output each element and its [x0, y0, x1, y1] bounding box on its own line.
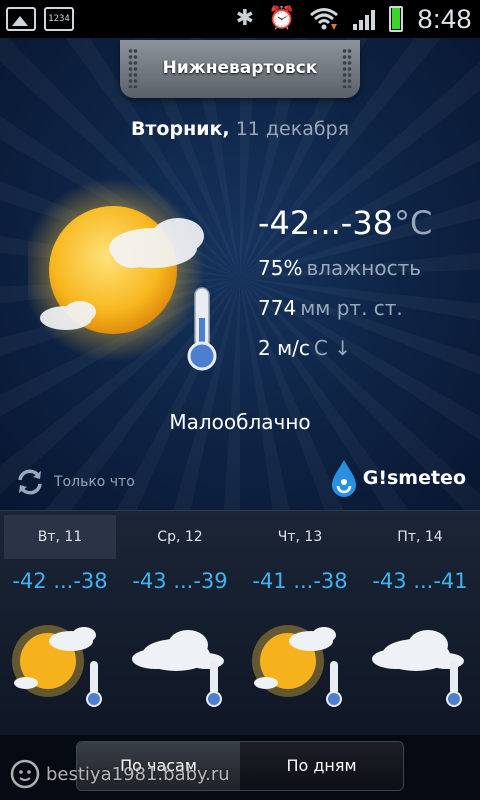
humidity-value: 75%: [258, 256, 303, 280]
bluetooth-icon: ✱: [235, 6, 255, 31]
wind-value: 2 м/с: [258, 336, 310, 360]
clock-widget-icon[interactable]: 1234: [44, 7, 74, 31]
condition-text: Малооблачно: [169, 410, 311, 434]
sun-cloud-icon: [12, 625, 102, 707]
sun-cloud-icon: [252, 625, 342, 707]
current-date: Вторник, 11 декабря: [0, 118, 480, 140]
forecast-day-temp: -43 ...-41: [372, 569, 468, 593]
forecast-day-label: Ср, 12: [157, 529, 203, 545]
gallery-icon[interactable]: [6, 7, 36, 31]
alarm-icon: ⏰: [268, 6, 296, 31]
sun-cloud-thermometer-icon: [28, 178, 217, 371]
forecast-day-label: Чт, 13: [277, 529, 323, 545]
signal-icon: [353, 8, 376, 30]
temp-unit: °C: [394, 204, 433, 242]
status-time: 8:48: [417, 3, 472, 34]
cloud-icon: [372, 630, 464, 707]
city-name: Нижневартовск: [162, 58, 318, 78]
gismeteo-logo[interactable]: G!smeteo: [329, 458, 466, 498]
watermark-text: bestiya1981.baby.ru: [46, 763, 230, 785]
forecast-day[interactable]: Пт, 14 -43 ...-41: [360, 511, 480, 736]
city-selector[interactable]: Нижневартовск: [120, 40, 360, 98]
tab-days[interactable]: По дням: [240, 742, 403, 790]
refresh-button[interactable]: Только что: [14, 466, 135, 498]
forecast-day[interactable]: Вт, 11 -42 ...-38: [0, 511, 120, 736]
refresh-icon: [18, 469, 42, 495]
status-bar: 1234 ✱ ⏰ 8:48: [0, 0, 480, 38]
humidity: 75% влажность: [258, 256, 421, 280]
forecast-day-label: Пт, 14: [397, 529, 443, 545]
wifi-icon: [310, 8, 339, 30]
watermark: bestiya1981.baby.ru: [10, 759, 230, 789]
forecast-day-temp: -43 ...-39: [132, 569, 228, 593]
forecast-strip: Вт, 11 -42 ...-38 Ср, 12 -43 ...-39 Чт, …: [0, 510, 480, 735]
humidity-label: влажность: [306, 256, 422, 280]
forecast-day[interactable]: Чт, 13 -41 ...-38: [240, 511, 360, 736]
cloud-icon: [132, 630, 224, 707]
pressure-value: 774: [258, 296, 297, 320]
forecast-day-temp: -41 ...-38: [252, 569, 348, 593]
forecast-day-label: Вт, 11: [4, 515, 116, 559]
grip-handle-right: [342, 48, 352, 88]
wind-direction-icon: С ↓: [313, 336, 351, 360]
baby-face-icon: [10, 759, 40, 789]
forecast-day[interactable]: Ср, 12 -43 ...-39: [120, 511, 240, 736]
forecast-day-temp: -42 ...-38: [12, 569, 108, 593]
wind: 2 м/с С ↓: [258, 336, 351, 360]
bottom-bar: По часам По дням bestiya1981.baby.ru: [0, 735, 480, 800]
battery-icon: [389, 6, 404, 32]
pressure-unit: мм рт. ст.: [300, 296, 403, 320]
current-weather-panel: Нижневартовск Вторник, 11 декабря -42...…: [0, 38, 480, 510]
weekday: Вторник,: [130, 118, 230, 140]
brand-name: G!smeteo: [362, 467, 466, 489]
last-update-label: Только что: [54, 474, 135, 490]
current-temp-range: -42...-38: [258, 204, 394, 242]
day-month: 11 декабря: [235, 118, 350, 140]
pressure: 774 мм рт. ст.: [258, 296, 403, 320]
water-drop-icon: [331, 460, 356, 497]
